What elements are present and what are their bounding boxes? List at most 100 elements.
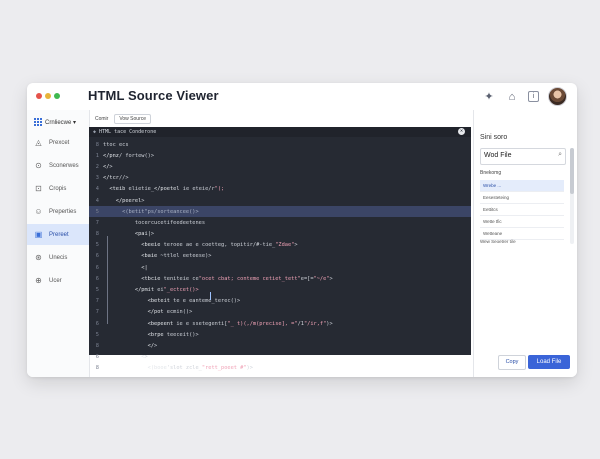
line-number: 7 <box>95 298 99 305</box>
line-number: 8 <box>95 365 99 372</box>
line-number: 5 <box>95 287 99 294</box>
line-number: 5 <box>95 242 99 249</box>
line-number: 4 <box>95 197 99 204</box>
code-line[interactable]: 5 </pmit ei"_ectcet()> <box>89 284 471 295</box>
code-line[interactable]: 8 </> <box>89 340 471 351</box>
code-line[interactable]: 6 <baie ~ttlel eeteese)> <box>89 251 471 262</box>
sidebar-item-prereet[interactable]: ▣ Prereet <box>27 224 89 245</box>
list-item[interactable]: Eesesteteing <box>480 192 564 204</box>
copy-button[interactable]: Copy <box>498 355 526 370</box>
face-icon: ☺ <box>34 207 43 216</box>
code-text: <(betit"ps/sorteancee()> <box>103 208 199 215</box>
text-cursor <box>210 292 211 300</box>
line-number: 8 <box>95 141 99 148</box>
line-number: 6 <box>95 354 99 361</box>
sidebar-item-unecis[interactable]: ⊛ Unecis <box>27 247 89 268</box>
sidebar-header[interactable]: Crnliecwe ▾ <box>27 110 89 130</box>
load-file-button[interactable]: Load File <box>528 355 570 369</box>
indent-guide <box>107 236 108 324</box>
code-text: </pnz/ fortew()> <box>103 152 155 159</box>
code-line[interactable]: 2 </> <box>89 161 471 172</box>
sidebar-item-preperties[interactable]: ☺ Preperties <box>27 201 89 222</box>
code-line[interactable]: 1 </pnz/ fortew()> <box>89 150 471 161</box>
view-source-button[interactable]: Vow Source <box>114 113 152 124</box>
scrollbar-thumb[interactable] <box>570 148 574 194</box>
sparkle-icon[interactable]: ✦ <box>482 88 496 106</box>
code-line[interactable]: 8 <(booe'slot zcle_"rett_poeet #")> <box>89 363 471 374</box>
lock-icon: ◬ <box>35 138 42 147</box>
code-line[interactable]: 6 <tbcie teniteie ce"ocet cbat; conteme … <box>89 273 471 284</box>
app-window: HTML Source Viewer ✦ ⌂ i Crnliecwe ▾ ◬ P… <box>27 83 577 377</box>
code-line[interactable]: 4 </peerel> <box>89 195 471 206</box>
panel-title: Sini soro <box>480 134 508 141</box>
code-text: </tcr//> <box>103 175 129 182</box>
sidebar-item-label: Sconerwes <box>49 162 79 169</box>
code-line[interactable]: 8 <pai|> <box>89 229 471 240</box>
maximize-window-button[interactable] <box>54 93 60 99</box>
app-title: HTML Source Viewer <box>88 88 219 103</box>
image-icon: ⊡ <box>35 184 42 193</box>
code-line[interactable]: 5 <beeie teroee ae e coetteg, topitir/#-… <box>89 240 471 251</box>
list-item[interactable]: Wette tfic <box>480 216 564 228</box>
line-number: 6 <box>95 264 99 271</box>
code-text: </pot ecmin()> <box>147 309 193 316</box>
code-line[interactable]: 7 </pot ecmin()> <box>89 307 471 318</box>
code-text: <(booe'slot zcle_"rett_poeet #")> <box>147 365 253 372</box>
code-line[interactable]: 5 <brpe teeceit()> <box>89 329 471 340</box>
code-line[interactable]: 7 <beteit te e eanteme_terec()> <box>89 296 471 307</box>
code-line[interactable]: 3 </tcr//> <box>89 173 471 184</box>
sidebar-item-sconerwes[interactable]: ⊙ Sconerwes <box>27 155 89 176</box>
code-line[interactable]: 6 <> <box>89 352 471 363</box>
code-text: <brpe teeceit()> <box>147 331 199 338</box>
toolbar-label: Comir <box>95 115 109 122</box>
sidebar-item-label: Preperties <box>49 208 77 215</box>
sidebar-item-label: Prexcet <box>49 139 70 146</box>
sidebar-item-ucer[interactable]: ⊕ Ucer <box>27 270 89 291</box>
line-number: 7 <box>95 309 99 316</box>
close-editor-icon[interactable]: ✕ <box>458 128 465 135</box>
code-text: <> <box>141 354 148 361</box>
user-avatar[interactable] <box>548 87 567 106</box>
line-number: 6 <box>95 275 99 282</box>
line-number: 8 <box>95 342 99 349</box>
line-number: 3 <box>95 175 99 182</box>
search-icon[interactable]: ⌕ <box>558 151 562 159</box>
settings-icon: ⊛ <box>35 253 42 262</box>
code-line[interactable]: 6 <bepeent ie e ssetegenti["_ t)(,/m(pre… <box>89 318 471 329</box>
code-line[interactable]: 5 <(betit"ps/sorteancee()> <box>89 206 471 218</box>
search-value: Wod File <box>484 152 512 159</box>
main-content: Comir Vow Source ◆ HTML tace Conderone ✕… <box>89 110 473 377</box>
list-item[interactable]: Wrebe ... <box>480 180 564 192</box>
file-search-input[interactable]: Wod File ⌕ <box>480 148 566 165</box>
list-item[interactable]: Eettitcs <box>480 204 564 216</box>
editor-tab[interactable]: ◆ HTML tace Conderone ✕ <box>89 127 471 137</box>
code-editor[interactable]: ◆ HTML tace Conderone ✕ 8 ttoc ecs 1 </pnz/… <box>89 127 471 377</box>
editor-tab-title: HTML tace Conderone <box>99 129 157 135</box>
sidebar-item-label: Cropis <box>49 185 67 192</box>
code-lines: 8 ttoc ecs 1 </pnz/ fortew()> 2 </> 3 </tcr//> 4… <box>89 139 471 377</box>
sidebar-item-label: Unecis <box>49 254 68 261</box>
code-line[interactable]: 8 ttoc ecs <box>89 139 471 150</box>
code-line[interactable]: 6 <| <box>89 262 471 273</box>
file-list: Wrebe ... Eesesteteing Eettitcs Wette tf… <box>480 180 564 240</box>
code-line[interactable]: 4 <teib elietie_</poetel ie eteie/r"(; <box>89 184 471 195</box>
scrollbar[interactable] <box>570 148 574 244</box>
code-text: <baie ~ttlel eeteese)> <box>141 253 212 260</box>
sidebar-item-prexcet[interactable]: ◬ Prexcet <box>27 132 89 153</box>
title-bar: HTML Source Viewer ✦ ⌂ i <box>27 83 577 110</box>
home-icon[interactable]: ⌂ <box>505 88 519 106</box>
code-line[interactable]: 7 </> <box>89 374 471 378</box>
line-number: 4 <box>95 186 99 193</box>
code-line[interactable]: 7 tocercucetifeedeetenes <box>89 217 471 228</box>
panel-footer-text: Wew Seoetrer ti/e <box>480 239 516 244</box>
code-text: </> <box>147 342 158 349</box>
code-text: </> <box>103 163 113 170</box>
minimize-window-button[interactable] <box>45 93 51 99</box>
close-window-button[interactable] <box>36 93 42 99</box>
window-controls <box>36 93 60 99</box>
info-icon[interactable]: i <box>528 91 539 102</box>
code-text: <beteit te e eanteme_terec()> <box>147 298 241 305</box>
line-number: 5 <box>95 208 99 215</box>
sidebar-item-cropis[interactable]: ⊡ Cropis <box>27 178 89 199</box>
line-number: 2 <box>95 163 99 170</box>
